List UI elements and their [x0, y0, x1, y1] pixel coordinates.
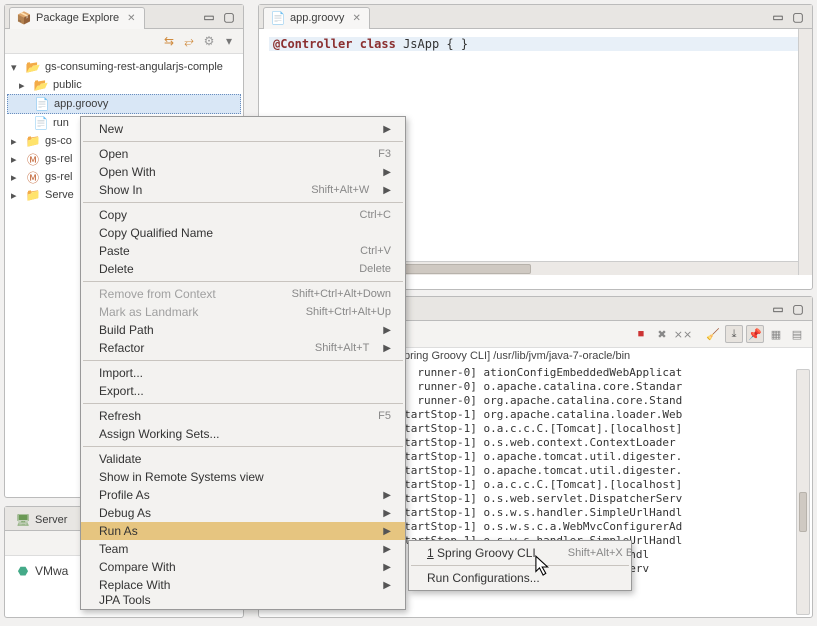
project-root[interactable]: ▾📂 gs-consuming-rest-angularjs-comple	[7, 58, 241, 76]
scrollbar-thumb[interactable]	[799, 492, 807, 532]
maximize-icon[interactable]: ▢	[790, 9, 806, 25]
tree-label: Serve	[45, 189, 74, 201]
console-vertical-scrollbar[interactable]	[796, 369, 810, 615]
menu-paste[interactable]: PasteCtrl+V	[81, 242, 405, 260]
tree-label: app.groovy	[54, 98, 108, 110]
menu-open-with[interactable]: Open With▶	[81, 163, 405, 181]
context-menu: New▶ OpenF3 Open With▶ Show InShift+Alt+…	[80, 116, 406, 610]
tree-label: gs-consuming-rest-angularjs-comple	[45, 61, 223, 73]
pin-console-button[interactable]: 📌	[746, 325, 764, 343]
folder-icon: 📂	[33, 77, 49, 93]
code-keyword: class	[360, 37, 396, 51]
tree-label: public	[53, 79, 82, 91]
menu-jpa-tools[interactable]: JPA Tools	[81, 594, 405, 606]
scroll-lock-button[interactable]: ⤓	[725, 325, 743, 343]
menu-run-as[interactable]: Run As▶	[81, 522, 405, 540]
menu-build-path[interactable]: Build Path▶	[81, 321, 405, 339]
menu-new[interactable]: New▶	[81, 120, 405, 138]
filters-icon[interactable]: ⚙	[201, 33, 217, 49]
editor-tab-bar: 📄 app.groovy ✕ ▭ ▢	[259, 5, 812, 29]
menu-validate[interactable]: Validate	[81, 450, 405, 468]
menu-compare-with[interactable]: Compare With▶	[81, 558, 405, 576]
tree-label: gs-rel	[45, 153, 73, 165]
tab-app-groovy[interactable]: 📄 app.groovy ✕	[263, 7, 370, 29]
terminate-button[interactable]: ■	[632, 325, 650, 343]
clear-console-button[interactable]: 🧹	[704, 325, 722, 343]
editor-vertical-scrollbar[interactable]	[798, 29, 812, 275]
package-explorer-icon: 📦	[16, 10, 32, 26]
collapse-all-icon[interactable]: ⇆	[161, 33, 177, 49]
minimize-icon[interactable]: ▭	[201, 9, 217, 25]
menu-refresh[interactable]: RefreshF5	[81, 407, 405, 425]
close-icon[interactable]: ✕	[352, 13, 360, 24]
menu-open[interactable]: OpenF3	[81, 145, 405, 163]
menu-import[interactable]: Import...	[81, 364, 405, 382]
file-icon: 📄	[33, 115, 49, 131]
file-app-groovy[interactable]: 📄 app.groovy	[7, 94, 241, 114]
view-menu-icon[interactable]: ▾	[221, 33, 237, 49]
maven-icon: Ⓜ	[25, 151, 41, 167]
remove-all-button[interactable]: ⨯⨯	[674, 325, 692, 343]
menu-delete[interactable]: DeleteDelete	[81, 260, 405, 278]
menu-remove-from-context: Remove from ContextShift+Ctrl+Alt+Down	[81, 285, 405, 303]
menu-copy[interactable]: CopyCtrl+C	[81, 206, 405, 224]
groovy-file-icon: 📄	[34, 96, 50, 112]
tree-label: run	[53, 117, 69, 129]
tree-label: gs-co	[45, 135, 72, 147]
tab-label: app.groovy	[290, 12, 344, 24]
menu-show-in[interactable]: Show InShift+Alt+W▶	[81, 181, 405, 199]
code-text: JsApp { }	[396, 37, 468, 51]
tab-label: Server	[35, 514, 67, 526]
display-console-button[interactable]: ▦	[767, 325, 785, 343]
menu-export[interactable]: Export...	[81, 382, 405, 400]
submenu-spring-groovy-cli[interactable]: 1 Spring Groovy CLI Shift+Alt+X B	[409, 544, 631, 562]
menu-replace-with[interactable]: Replace With▶	[81, 576, 405, 594]
maven-icon: Ⓜ	[25, 169, 41, 185]
pkg-tab-bar: 📦 Package Explore ✕ ▭ ▢	[5, 5, 243, 29]
code-annotation: @Controller	[273, 37, 352, 51]
code-line: @Controller class JsApp { }	[269, 37, 802, 51]
pkg-toolbar: ⇆ ⥂ ⚙ ▾	[5, 29, 243, 54]
folder-icon: 📁	[25, 133, 41, 149]
menu-profile-as[interactable]: Profile As▶	[81, 486, 405, 504]
tab-package-explorer[interactable]: 📦 Package Explore ✕	[9, 7, 145, 29]
menu-copy-qualified-name[interactable]: Copy Qualified Name	[81, 224, 405, 242]
menu-mark-as-landmark: Mark as LandmarkShift+Ctrl+Alt+Up	[81, 303, 405, 321]
folder-public[interactable]: ▸📂 public	[7, 76, 241, 94]
close-icon[interactable]: ✕	[127, 13, 135, 24]
minimize-icon[interactable]: ▭	[770, 301, 786, 317]
tree-label: gs-rel	[45, 171, 73, 183]
menu-refactor[interactable]: RefactorShift+Alt+T▶	[81, 339, 405, 357]
menu-debug-as[interactable]: Debug As▶	[81, 504, 405, 522]
minimize-icon[interactable]: ▭	[770, 9, 786, 25]
folder-icon: 📂	[25, 59, 41, 75]
server-label: VMwa	[35, 564, 68, 578]
tab-servers[interactable]: 🖥 Server	[9, 509, 75, 531]
menu-team[interactable]: Team▶	[81, 540, 405, 558]
maximize-icon[interactable]: ▢	[221, 9, 237, 25]
menu-show-remote[interactable]: Show in Remote Systems view	[81, 468, 405, 486]
open-console-button[interactable]: ▤	[788, 325, 806, 343]
run-as-submenu: 1 Spring Groovy CLI Shift+Alt+X B Run Co…	[408, 540, 632, 591]
link-editor-icon[interactable]: ⥂	[181, 33, 197, 49]
maximize-icon[interactable]: ▢	[790, 301, 806, 317]
tab-label: Package Explore	[36, 12, 119, 24]
remove-launch-button[interactable]: ✖	[653, 325, 671, 343]
menu-assign-working-sets[interactable]: Assign Working Sets...	[81, 425, 405, 443]
vmware-icon: ⬣	[15, 563, 31, 579]
folder-icon: 📁	[25, 187, 41, 203]
server-icon: 🖥	[15, 512, 31, 528]
groovy-file-icon: 📄	[270, 10, 286, 26]
submenu-run-configurations[interactable]: Run Configurations...	[409, 569, 631, 587]
